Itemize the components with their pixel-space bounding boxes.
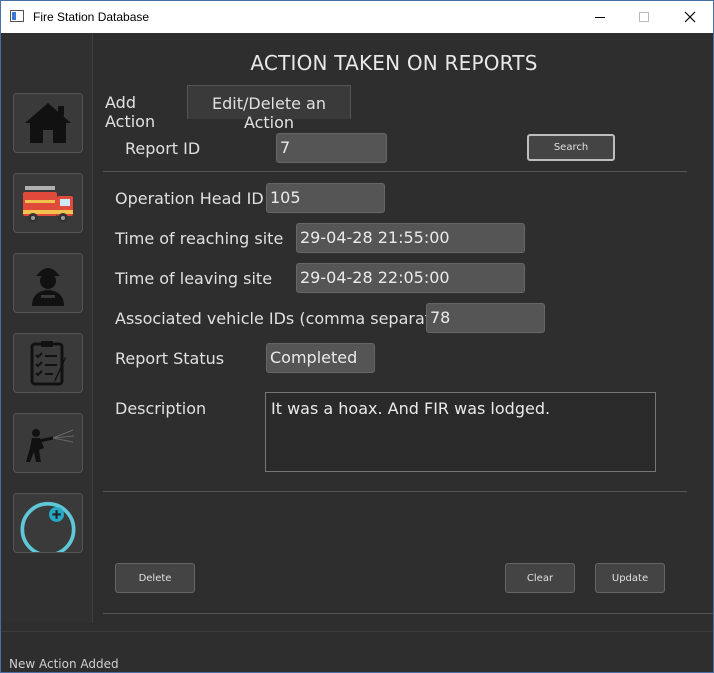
status-bar: New Action Added <box>1 631 713 672</box>
clear-button[interactable]: Clear <box>505 563 575 593</box>
report-status-input[interactable]: Completed <box>266 343 375 373</box>
status-message: New Action Added <box>9 657 119 671</box>
vehicles-label: Associated vehicle IDs (comma separated) <box>115 309 458 328</box>
leave-time-input[interactable]: 29-04-28 22:05:00 <box>296 263 525 293</box>
sidebar-item-home[interactable] <box>13 93 83 153</box>
report-status-label: Report Status <box>115 349 225 368</box>
title-bar: Fire Station Database <box>1 1 713 33</box>
sidebar-item-vehicles[interactable] <box>13 173 83 233</box>
sidebar-item-reports[interactable] <box>13 333 83 393</box>
delete-button[interactable]: Delete <box>115 563 195 593</box>
page-title: ACTION TAKEN ON REPORTS <box>250 51 538 75</box>
operation-head-input[interactable]: 105 <box>266 183 385 213</box>
divider <box>103 171 687 172</box>
sidebar-item-operations[interactable] <box>13 413 83 473</box>
update-button[interactable]: Update <box>595 563 665 593</box>
app-icon <box>10 10 24 22</box>
vehicles-input[interactable]: 78 <box>426 303 545 333</box>
divider <box>103 613 713 614</box>
report-id-input[interactable]: 7 <box>276 133 387 163</box>
fire-truck-icon <box>23 186 73 223</box>
search-button[interactable]: Search <box>527 134 615 161</box>
close-button[interactable] <box>667 1 713 33</box>
tab-edit-delete-action[interactable]: Edit/Delete an Action <box>187 85 351 132</box>
firefighter-icon <box>32 268 64 306</box>
window-title: Fire Station Database <box>33 10 150 24</box>
operation-head-label: Operation Head ID <box>115 189 264 208</box>
home-icon <box>25 103 71 143</box>
minimize-icon <box>595 16 605 18</box>
divider <box>103 491 687 492</box>
maximize-button[interactable] <box>621 1 667 33</box>
reach-time-label: Time of reaching site <box>115 229 284 248</box>
app-window: Fire Station Database ACTION TAKEN ON RE… <box>0 0 714 673</box>
reach-time-input[interactable]: 29-04-28 21:55:00 <box>296 223 525 253</box>
sidebar-item-add[interactable] <box>13 493 83 553</box>
main-panel: ACTION TAKEN ON REPORTS Add Action Edit/… <box>99 33 713 623</box>
close-icon <box>684 11 696 23</box>
description-textarea[interactable]: It was a hoax. And FIR was lodged. <box>265 392 656 472</box>
report-id-label: Report ID <box>125 139 201 158</box>
sidebar-item-firefighters[interactable] <box>13 253 83 313</box>
sidebar <box>1 33 93 623</box>
maximize-icon <box>639 12 649 22</box>
add-circle-icon <box>20 501 76 552</box>
minimize-button[interactable] <box>577 1 623 33</box>
description-label: Description <box>115 399 207 418</box>
clipboard-report-icon <box>30 341 66 386</box>
firefighter-hose-icon <box>26 429 75 462</box>
leave-time-label: Time of leaving site <box>115 269 273 288</box>
tab-add-action[interactable]: Add Action <box>105 85 185 131</box>
